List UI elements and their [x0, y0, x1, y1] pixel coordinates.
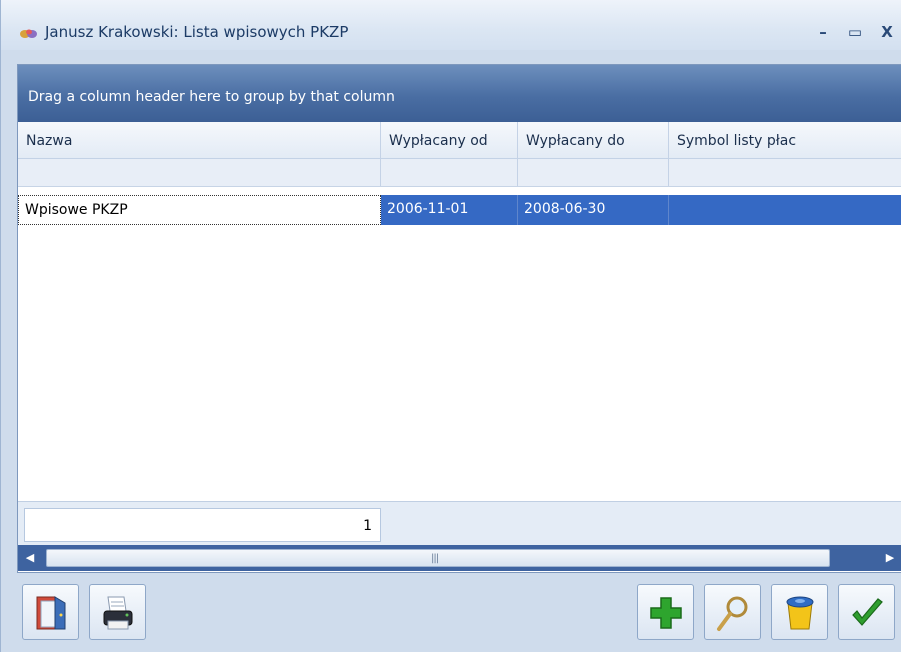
add-plus-icon: [650, 597, 682, 629]
column-header-row: Nazwa Wypłacany od Wypłacany do Symbol l…: [18, 122, 901, 159]
window-title: Janusz Krakowski: Lista wpisowych PKZP: [45, 23, 349, 41]
column-header-symbol-listy-plac[interactable]: Symbol listy płac: [669, 122, 901, 158]
record-count: 1: [24, 508, 381, 542]
print-button[interactable]: [89, 584, 146, 640]
data-grid: Drag a column header here to group by th…: [17, 64, 901, 573]
scroll-right-icon[interactable]: ▶: [878, 545, 901, 571]
column-header-wyplacany-od[interactable]: Wypłacany od: [381, 122, 518, 158]
group-by-hint: Drag a column header here to group by th…: [28, 89, 395, 105]
filter-cell-nazwa[interactable]: [18, 159, 381, 186]
cell-symbol-listy-plac[interactable]: [669, 195, 901, 225]
scroll-thumb[interactable]: |||: [46, 549, 830, 567]
maximize-button[interactable]: ▭: [844, 22, 866, 42]
exit-button[interactable]: [22, 584, 79, 640]
trash-bin-icon: [786, 596, 814, 630]
title-bar[interactable]: Janusz Krakowski: Lista wpisowych PKZP –…: [1, 0, 901, 50]
table-row[interactable]: Wpisowe PKZP 2006-11-01 2008-06-30: [18, 195, 901, 225]
close-button[interactable]: X: [876, 22, 898, 42]
group-by-panel[interactable]: Drag a column header here to group by th…: [18, 65, 901, 122]
horizontal-scrollbar[interactable]: ◀ ||| ▶: [18, 545, 901, 571]
delete-button[interactable]: [771, 584, 828, 640]
summary-footer: 1: [18, 501, 901, 545]
scroll-left-icon[interactable]: ◀: [18, 545, 42, 571]
filter-cell-wyplacany-od[interactable]: [381, 159, 518, 186]
printer-icon: [103, 596, 133, 630]
column-header-nazwa[interactable]: Nazwa: [18, 122, 381, 158]
column-header-wyplacany-do[interactable]: Wypłacany do: [518, 122, 669, 158]
app-icon: [20, 29, 37, 38]
grip-icon: |||: [431, 553, 439, 564]
filter-row[interactable]: [18, 159, 901, 187]
exit-door-icon: [36, 596, 66, 630]
cell-wyplacany-od[interactable]: 2006-11-01: [381, 195, 518, 225]
view-button[interactable]: [704, 584, 761, 640]
magnifier-icon: [717, 596, 748, 631]
filter-cell-symbol[interactable]: [669, 159, 901, 186]
checkmark-icon: [852, 598, 883, 626]
filter-cell-wyplacany-do[interactable]: [518, 159, 669, 186]
cell-wyplacany-do[interactable]: 2008-06-30: [518, 195, 669, 225]
confirm-button[interactable]: [838, 584, 895, 640]
window: Janusz Krakowski: Lista wpisowych PKZP –…: [0, 0, 901, 652]
add-button[interactable]: [637, 584, 694, 640]
minimize-button[interactable]: –: [812, 22, 834, 42]
cell-nazwa[interactable]: Wpisowe PKZP: [18, 195, 381, 225]
